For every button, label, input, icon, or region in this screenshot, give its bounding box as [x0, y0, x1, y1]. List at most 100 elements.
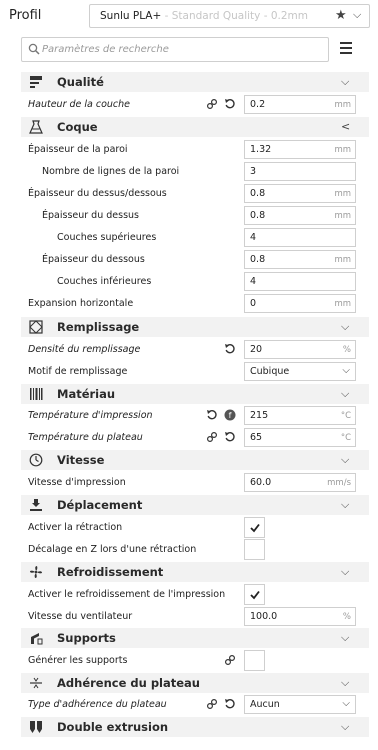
section-title: Refroidissement	[57, 565, 164, 579]
section-adhesion[interactable]: Adhérence du plateau ⌵	[21, 673, 369, 693]
section-material[interactable]: Matériau ⌵	[21, 384, 369, 404]
reset-icon[interactable]	[206, 409, 218, 421]
section-travel[interactable]: Déplacement ⌵	[21, 495, 369, 515]
setting-layer-height: Hauteur de la couche 0.2 mm	[0, 94, 370, 116]
setting-infill-pattern: Motif de remplissage Cubique ⌵	[0, 361, 370, 383]
reset-icon[interactable]	[224, 98, 236, 110]
bottom-thickness-field[interactable]: 0.8 mm	[244, 250, 356, 269]
chevron-down-icon: ⌵	[341, 631, 350, 644]
generate-supports-checkbox[interactable]	[244, 650, 265, 671]
profile-selector[interactable]: Sunlu PLA+ - Standard Quality - 0.2mm ★ …	[89, 4, 370, 28]
retraction-checkbox[interactable]	[244, 517, 265, 538]
search-icon	[28, 43, 40, 55]
top-bottom-thickness-field[interactable]: 0.8 mm	[244, 184, 356, 203]
chevron-down-icon: ⌵	[341, 565, 350, 578]
section-title: Supports	[57, 631, 116, 645]
adhesion-icon	[30, 677, 42, 689]
section-title: Double extrusion	[57, 720, 169, 734]
wall-thickness-field[interactable]: 1.32 mm	[244, 140, 356, 159]
setting-label: Activer le refroidissement de l'impressi…	[28, 589, 226, 600]
support-icon	[31, 633, 43, 645]
top-thickness-field[interactable]: 0.8 mm	[244, 206, 356, 225]
setting-top-layers: Couches supérieures 4	[0, 227, 370, 249]
section-title: Adhérence du plateau	[57, 676, 200, 690]
settings-menu-icon[interactable]	[340, 42, 352, 54]
bed-temperature-field[interactable]: 65 °C	[244, 428, 356, 447]
link-icon[interactable]	[206, 431, 218, 443]
profile-name: Sunlu PLA+ - Standard Quality - 0.2mm	[100, 10, 309, 22]
section-infill[interactable]: Remplissage ⌵	[21, 317, 369, 337]
setting-print-temperature: Température d'impression f 215 °C	[0, 405, 370, 427]
setting-label: Densité du remplissage	[28, 344, 141, 355]
link-icon[interactable]	[206, 98, 218, 110]
setting-wall-line-count: Nombre de lignes de la paroi 3	[0, 161, 370, 183]
link-icon[interactable]	[206, 698, 218, 710]
section-title: Déplacement	[57, 498, 143, 512]
section-supports[interactable]: Supports ⌵	[21, 628, 369, 648]
z-hop-checkbox[interactable]	[244, 539, 265, 560]
reset-icon[interactable]	[224, 698, 236, 710]
setting-label: Épaisseur du dessus	[42, 210, 139, 221]
reset-icon[interactable]	[224, 431, 236, 443]
setting-wall-thickness: Épaisseur de la paroi 1.32 mm	[0, 139, 370, 161]
setting-label: Épaisseur du dessus/dessous	[28, 188, 167, 199]
setting-retraction: Activer la rétraction	[0, 517, 370, 539]
reset-icon[interactable]	[224, 343, 236, 355]
setting-label: Épaisseur de la paroi	[28, 144, 128, 155]
chevron-down-icon: ⌵	[342, 698, 350, 709]
chevron-down-icon: ⌵	[341, 676, 350, 689]
wall-line-count-field[interactable]: 3	[244, 162, 356, 181]
setting-label: Température du plateau	[28, 432, 143, 443]
setting-label: Épaisseur du dessous	[42, 254, 145, 265]
bottom-layers-field[interactable]: 4	[244, 272, 356, 291]
infill-density-field[interactable]: 20%	[244, 340, 356, 359]
setting-label: Vitesse d'impression	[28, 477, 126, 488]
print-speed-field[interactable]: 60.0 mm/s	[244, 473, 356, 492]
profile-row: Profil Sunlu PLA+ - Standard Quality - 0…	[0, 0, 378, 32]
setting-label: Type d'adhérence du plateau	[28, 699, 167, 710]
search-input[interactable]: Paramètres de recherche	[21, 37, 329, 62]
section-title: Remplissage	[57, 320, 140, 334]
chevron-down-icon: ⌵	[341, 453, 350, 466]
setting-enable-cooling: Activer le refroidissement de l'impressi…	[0, 584, 370, 606]
section-quality[interactable]: Qualité ⌵	[21, 72, 369, 92]
setting-bed-temperature: Température du plateau 65 °C	[0, 427, 370, 449]
link-icon[interactable]	[224, 654, 236, 666]
section-shell[interactable]: Coque <	[21, 117, 369, 137]
layer-height-field[interactable]: 0.2 mm	[244, 95, 356, 114]
fan-icon	[30, 566, 42, 578]
top-layers-field[interactable]: 4	[244, 228, 356, 247]
section-title: Coque	[57, 120, 98, 134]
section-title: Qualité	[57, 75, 104, 89]
shell-icon	[29, 120, 43, 134]
chevron-down-icon: ⌵	[342, 365, 350, 376]
section-cooling[interactable]: Refroidissement ⌵	[21, 562, 369, 582]
setting-label: Vitesse du ventilateur	[28, 611, 133, 622]
enable-cooling-checkbox[interactable]	[244, 584, 265, 605]
setting-label: Expansion horizontale	[28, 298, 134, 309]
print-temperature-field[interactable]: 215 °C	[244, 406, 356, 425]
setting-label: Générer les supports	[28, 655, 128, 666]
section-dual-extrusion[interactable]: Double extrusion ⌵	[21, 717, 369, 737]
dual-extrusion-icon	[30, 721, 42, 733]
setting-label: Motif de remplissage	[28, 366, 128, 377]
svg-text:f: f	[229, 411, 232, 420]
section-speed[interactable]: Vitesse ⌵	[21, 450, 369, 470]
setting-label: Couches supérieures	[57, 232, 157, 243]
section-title: Vitesse	[57, 453, 105, 467]
setting-label: Décalage en Z lors d'une rétraction	[28, 544, 197, 555]
chevron-down-icon: ⌵	[341, 320, 350, 333]
fan-speed-field[interactable]: 100.0%	[244, 607, 356, 626]
infill-pattern-dropdown[interactable]: Cubique ⌵	[244, 362, 356, 381]
setting-label: Couches inférieures	[57, 276, 152, 287]
horizontal-expansion-field[interactable]: 0 mm	[244, 294, 356, 313]
quality-icon	[30, 76, 42, 88]
profile-label: Profil	[9, 8, 42, 23]
function-icon[interactable]: f	[224, 409, 236, 421]
favorite-star-icon[interactable]: ★	[335, 8, 347, 23]
travel-icon	[30, 499, 42, 511]
checkmark-icon	[250, 523, 260, 533]
adhesion-type-dropdown[interactable]: Aucun ⌵	[244, 695, 356, 714]
setting-generate-supports: Générer les supports	[0, 650, 370, 672]
setting-label: Température d'impression	[28, 410, 153, 421]
